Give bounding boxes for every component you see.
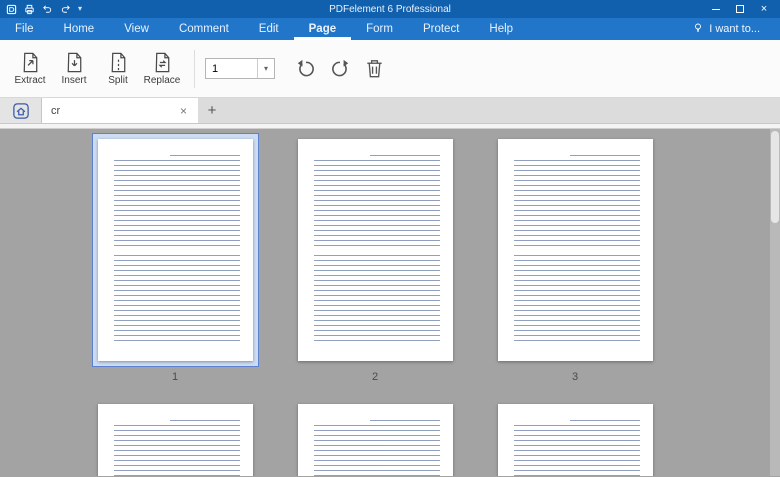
replace-button[interactable]: Replace (140, 51, 184, 86)
title-bar: ▾ PDFelement 6 Professional × (0, 0, 780, 18)
thumbnail-selection-frame (92, 398, 259, 476)
menu-form[interactable]: Form (351, 18, 408, 40)
thumbnail-page-5[interactable] (290, 398, 460, 476)
home-tab[interactable] (0, 98, 42, 123)
maximize-button[interactable] (734, 3, 746, 15)
quick-access-toolbar: ▾ (0, 4, 82, 15)
menu-page[interactable]: Page (294, 18, 352, 40)
maximize-icon (736, 5, 744, 13)
rotate-left-icon (297, 59, 314, 76)
extract-button[interactable]: Extract (8, 51, 52, 86)
page-text-preview (113, 155, 240, 345)
thumbnail-page-4[interactable] (90, 398, 260, 476)
page-thumbnail[interactable] (297, 139, 453, 361)
document-tab-label: cr (51, 104, 61, 117)
extract-icon (19, 51, 42, 74)
minimize-icon (712, 8, 720, 10)
lightbulb-icon (692, 22, 704, 37)
insert-label: Insert (61, 75, 87, 86)
customize-toolbar-caret-icon[interactable]: ▾ (78, 5, 82, 13)
page-number-label: 1 (171, 371, 179, 383)
menu-home[interactable]: Home (49, 18, 110, 40)
page-thumbnail[interactable] (97, 404, 253, 476)
rotate-right-button[interactable] (323, 52, 357, 86)
window-title: PDFelement 6 Professional (329, 3, 451, 15)
menu-protect[interactable]: Protect (408, 18, 474, 40)
extract-label: Extract (14, 75, 46, 86)
trash-icon (366, 60, 382, 78)
thumbnail-grid: 1 2 3 (0, 129, 780, 476)
split-label: Split (108, 75, 128, 86)
thumbnail-selection-frame (292, 398, 459, 476)
minimize-button[interactable] (710, 3, 722, 15)
page-number-label: 2 (371, 371, 379, 383)
menu-bar: File Home View Comment Edit Page Form Pr… (0, 18, 780, 40)
menu-view[interactable]: View (109, 18, 164, 40)
menu-file[interactable]: File (0, 18, 49, 40)
split-button[interactable]: Split (96, 51, 140, 86)
page-text-preview (513, 155, 640, 345)
thumbnail-selection-frame (492, 133, 659, 367)
thumbnail-page-1[interactable]: 1 (90, 133, 260, 384)
window-controls: × (710, 3, 780, 15)
page-number-label: 3 (571, 371, 579, 383)
app-window: ▾ PDFelement 6 Professional × File Home … (0, 0, 780, 477)
insert-icon (63, 51, 86, 74)
page-thumbnail-panel: 1 2 3 (0, 129, 780, 476)
thumbnail-selection-frame (91, 133, 259, 367)
combo-dropdown-icon[interactable]: ▾ (257, 59, 274, 78)
tab-close-icon[interactable]: × (178, 104, 189, 118)
menu-edit[interactable]: Edit (244, 18, 294, 40)
page-number-combo: ▾ (205, 58, 275, 79)
page-thumbnail[interactable] (97, 139, 253, 361)
print-icon[interactable] (24, 4, 35, 15)
page-thumbnail[interactable] (497, 139, 653, 361)
home-icon (12, 102, 29, 119)
page-number-input[interactable] (206, 62, 252, 75)
scrollbar-thumb[interactable] (771, 131, 779, 223)
page-thumbnail[interactable] (297, 404, 453, 476)
document-tab[interactable]: cr × (42, 98, 198, 123)
insert-button[interactable]: Insert (52, 51, 96, 86)
new-tab-button[interactable]: + (198, 98, 226, 123)
page-text-preview (313, 155, 440, 345)
delete-page-button[interactable] (357, 52, 391, 86)
toolbar-separator (194, 49, 195, 88)
replace-label: Replace (143, 75, 181, 86)
replace-icon (151, 51, 174, 74)
thumbnail-selection-frame (492, 398, 659, 476)
i-want-to-label: I want to... (709, 23, 760, 35)
page-toolbar: Extract Insert Split Replace ▾ (0, 40, 780, 98)
split-icon (107, 51, 130, 74)
thumbnail-page-3[interactable]: 3 (490, 133, 660, 384)
menu-help[interactable]: Help (474, 18, 528, 40)
page-text-preview (113, 420, 240, 476)
thumbnail-page-6[interactable] (490, 398, 660, 476)
undo-icon[interactable] (42, 4, 53, 15)
thumbnail-page-2[interactable]: 2 (290, 133, 460, 384)
page-text-preview (313, 420, 440, 476)
rotate-left-button[interactable] (289, 52, 323, 86)
i-want-to-search[interactable]: I want to... (692, 18, 780, 40)
app-logo-icon (6, 4, 17, 15)
page-text-preview (513, 420, 640, 476)
document-tab-bar: cr × + (0, 98, 780, 124)
rotate-right-icon (332, 59, 349, 76)
vertical-scrollbar[interactable] (770, 129, 780, 476)
close-button[interactable]: × (758, 3, 770, 15)
page-thumbnail[interactable] (497, 404, 653, 476)
menu-comment[interactable]: Comment (164, 18, 244, 40)
thumbnail-selection-frame (292, 133, 459, 367)
redo-icon[interactable] (60, 4, 71, 15)
